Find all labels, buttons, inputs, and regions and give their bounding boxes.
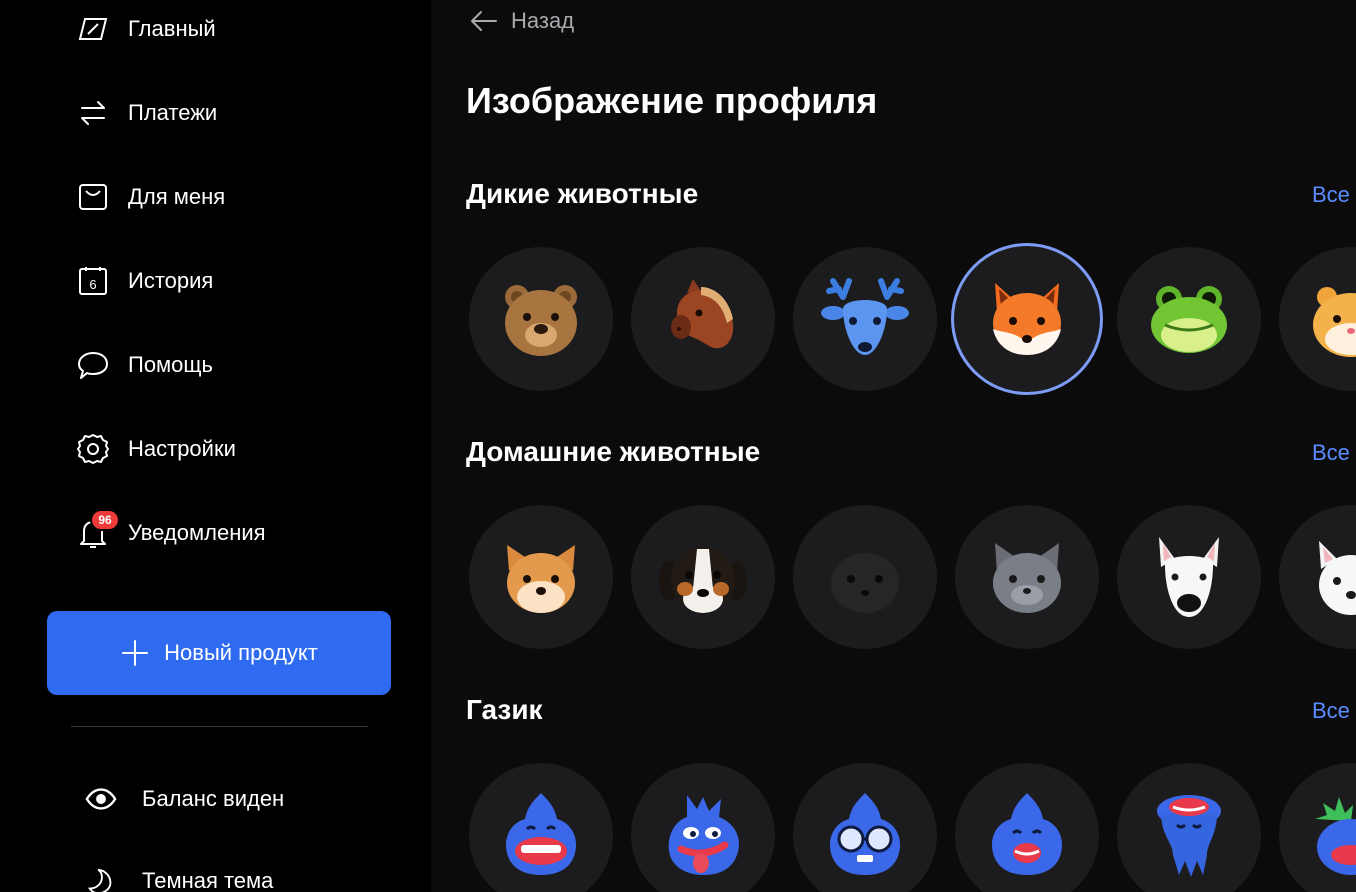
avatar-option[interactable] bbox=[631, 763, 775, 892]
section-title-wild: Дикие животные bbox=[466, 178, 699, 209]
calendar-icon: 6 bbox=[74, 263, 112, 299]
sidebar-item-label: Главный bbox=[128, 16, 216, 41]
bear-avatar-icon bbox=[505, 285, 577, 356]
bull-terrier-avatar-icon bbox=[1159, 537, 1219, 617]
fox-avatar-icon bbox=[993, 283, 1061, 355]
new-product-button[interactable]: Новый продукт bbox=[47, 611, 391, 695]
see-all-pets-link[interactable]: Все bbox=[1312, 440, 1350, 466]
see-all-gazik-link[interactable]: Все bbox=[1312, 698, 1350, 724]
sidebar-item-help[interactable]: Помощь bbox=[76, 345, 213, 385]
gazik-smile-avatar-icon bbox=[505, 793, 577, 875]
back-label: Назад bbox=[511, 8, 575, 33]
avatar-option[interactable] bbox=[1279, 505, 1356, 649]
transfer-arrows-icon bbox=[74, 95, 112, 131]
dark-theme-toggle[interactable]: Темная тема bbox=[84, 861, 273, 892]
white-dog-avatar-icon bbox=[1319, 541, 1356, 615]
calendar-day-text: 6 bbox=[89, 277, 96, 292]
sidebar-item-settings[interactable]: Настройки bbox=[76, 429, 236, 469]
sidebar-item-label: Платежи bbox=[128, 100, 218, 125]
frog-avatar-icon bbox=[1151, 286, 1227, 353]
bell-icon: 96 bbox=[74, 509, 120, 551]
gray-cat-avatar-icon bbox=[993, 543, 1061, 613]
avatar-row-gazik bbox=[469, 763, 1356, 892]
back-button[interactable]: Назад bbox=[469, 6, 574, 36]
gazik-happy-avatar-icon bbox=[991, 793, 1063, 875]
new-product-label: Новый продукт bbox=[164, 640, 318, 665]
bernese-dog-avatar-icon bbox=[659, 547, 747, 613]
avatar-option[interactable] bbox=[469, 247, 613, 391]
gazik-spiky-avatar-icon bbox=[1315, 797, 1356, 875]
avatar-option[interactable] bbox=[955, 763, 1099, 892]
see-all-wild-link[interactable]: Все bbox=[1312, 182, 1350, 208]
black-cat-avatar-icon bbox=[831, 543, 899, 613]
section-title-pets: Домашние животные bbox=[466, 436, 761, 467]
sidebar-item-label: Настройки bbox=[128, 436, 236, 461]
section-title-gazik: Газик bbox=[466, 694, 543, 725]
dark-theme-label: Темная тема bbox=[142, 868, 274, 892]
gear-icon bbox=[74, 431, 112, 467]
notification-badge: 96 bbox=[90, 509, 120, 531]
avatar-option[interactable] bbox=[793, 247, 937, 391]
sidebar: Главный Платежи Для меня 6 История Помощ… bbox=[0, 0, 431, 892]
avatar-option[interactable] bbox=[793, 505, 937, 649]
sidebar-item-for-me[interactable]: Для меня bbox=[76, 177, 225, 217]
arrow-left-icon bbox=[471, 11, 497, 31]
home-card-icon bbox=[74, 11, 112, 47]
main-content: Назад Изображение профиля Дикие животные… bbox=[431, 0, 1356, 892]
avatar-option[interactable] bbox=[1117, 763, 1261, 892]
avatar-option[interactable] bbox=[955, 505, 1099, 649]
deer-avatar-icon bbox=[821, 278, 909, 355]
sidebar-divider bbox=[71, 726, 368, 727]
shiba-avatar-icon bbox=[507, 545, 575, 613]
plus-icon bbox=[122, 640, 149, 666]
avatar-option[interactable] bbox=[1279, 763, 1356, 892]
balance-visibility-label: Баланс виден bbox=[142, 786, 285, 811]
avatar-row-wild bbox=[469, 246, 1356, 395]
shopping-bag-icon bbox=[74, 179, 112, 215]
avatar-option[interactable] bbox=[1117, 247, 1261, 391]
avatar-option[interactable] bbox=[1117, 505, 1261, 649]
sidebar-item-payments[interactable]: Платежи bbox=[76, 93, 217, 133]
hamster-avatar-icon bbox=[1313, 287, 1356, 357]
chat-bubble-icon bbox=[74, 347, 112, 383]
avatar-option[interactable] bbox=[631, 247, 775, 391]
avatar-option[interactable] bbox=[793, 763, 937, 892]
moon-icon bbox=[84, 864, 118, 892]
sidebar-item-label: Помощь bbox=[128, 352, 213, 377]
sidebar-item-history[interactable]: 6 История bbox=[76, 261, 213, 301]
avatar-option[interactable] bbox=[631, 505, 775, 649]
sidebar-item-label: История bbox=[128, 268, 214, 293]
sidebar-item-label: Для меня bbox=[128, 184, 226, 209]
sidebar-item-label: Уведомления bbox=[128, 520, 266, 545]
avatar-option[interactable] bbox=[469, 505, 613, 649]
gazik-glasses-avatar-icon bbox=[829, 793, 901, 875]
page-title: Изображение профиля bbox=[466, 80, 878, 121]
horse-avatar-icon bbox=[671, 279, 734, 349]
avatar-option[interactable] bbox=[469, 763, 613, 892]
balance-visibility-toggle[interactable]: Баланс виден bbox=[84, 779, 284, 819]
sidebar-item-notifications[interactable]: 96 Уведомления bbox=[74, 509, 266, 553]
eye-icon bbox=[84, 782, 118, 816]
gazik-tongue-avatar-icon bbox=[668, 795, 739, 875]
avatar-option-selected[interactable] bbox=[954, 246, 1100, 392]
gazik-upside-down-avatar-icon bbox=[1157, 795, 1221, 877]
avatar-option[interactable] bbox=[1279, 247, 1356, 391]
sidebar-item-home[interactable]: Главный bbox=[76, 9, 216, 49]
avatar-row-pets bbox=[469, 505, 1356, 653]
